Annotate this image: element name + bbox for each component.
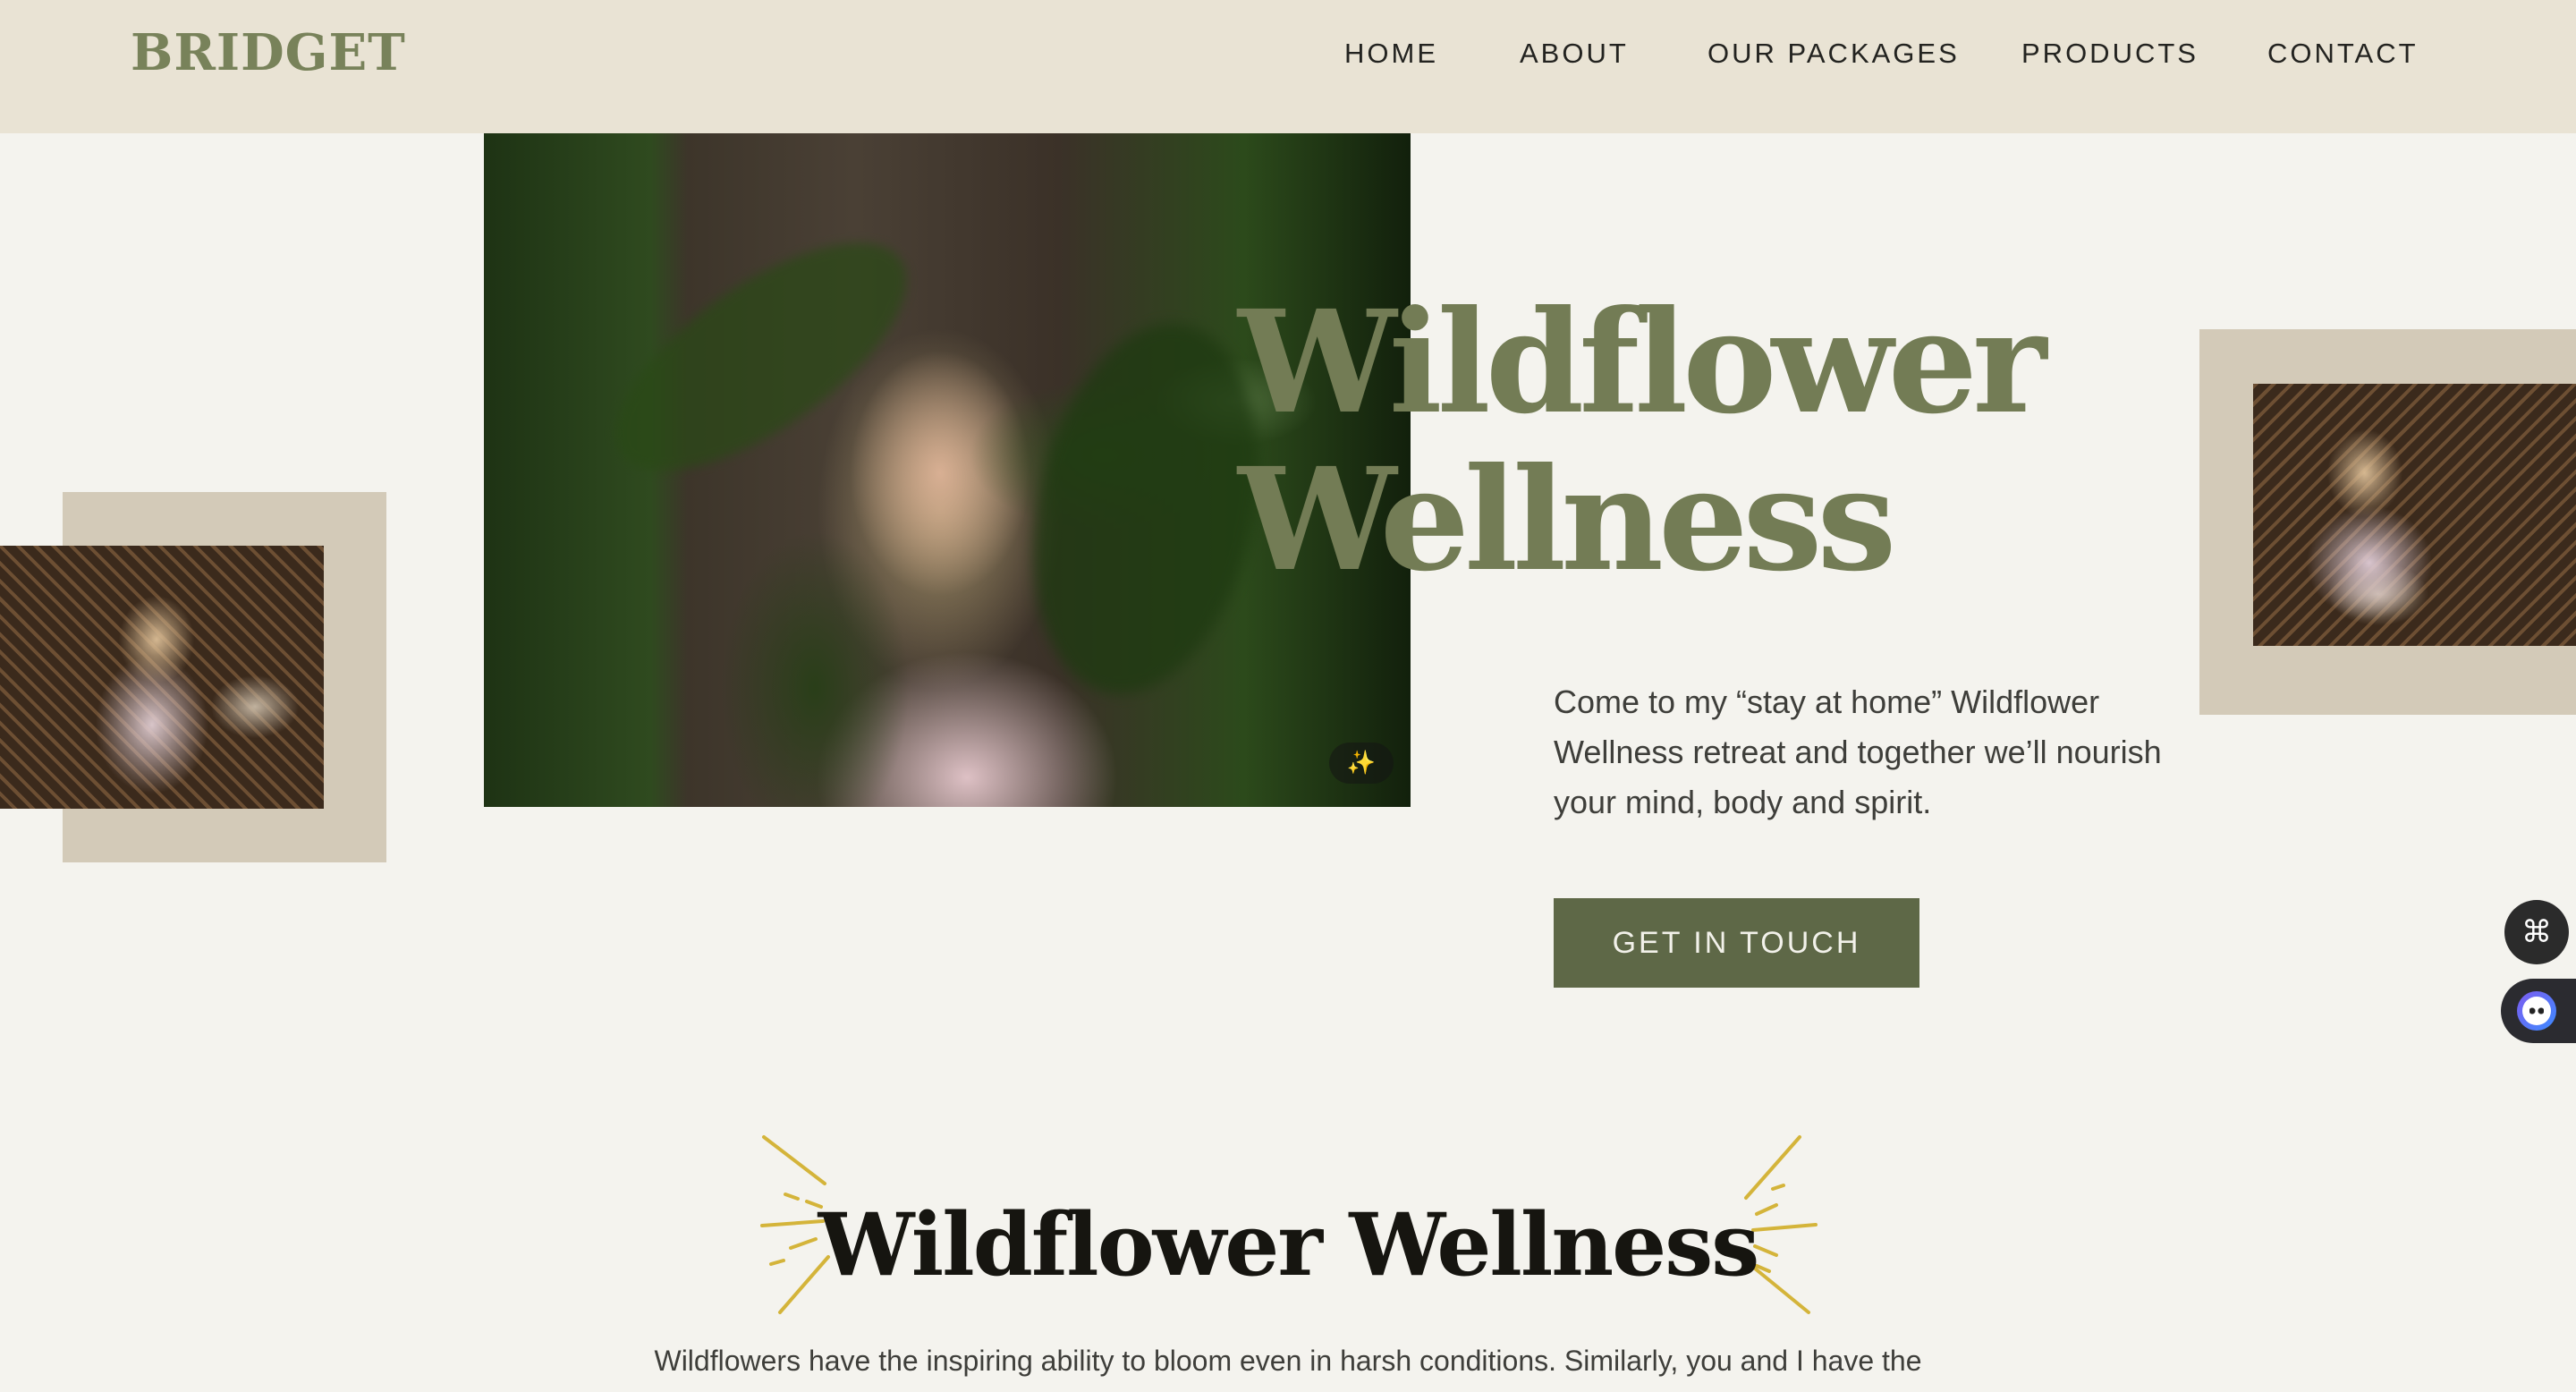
woman-laptop-photo-left bbox=[0, 546, 324, 809]
foreground-leaf bbox=[580, 200, 942, 514]
hero-title: Wildflower Wellness bbox=[1238, 280, 2046, 603]
section-intro-text: Wildflowers have the inspiring ability t… bbox=[654, 1345, 1922, 1377]
nav-contact[interactable]: CONTACT bbox=[2267, 38, 2419, 70]
woman-laptop-photo-right bbox=[2253, 384, 2576, 646]
magic-wand-icon[interactable]: ✨ bbox=[1329, 743, 1394, 784]
main-nav: HOME ABOUT OUR PACKAGES PRODUCTS CONTACT bbox=[0, 38, 2576, 73]
chat-bot-icon[interactable] bbox=[2501, 979, 2576, 1043]
get-in-touch-button[interactable]: GET IN TOUCH bbox=[1554, 898, 1919, 988]
nav-our-packages[interactable]: OUR PACKAGES bbox=[1707, 38, 1960, 70]
chat-bot-face-icon bbox=[2517, 991, 2556, 1031]
section-title: Wildflower Wellness bbox=[818, 1194, 1760, 1295]
nav-about[interactable]: ABOUT bbox=[1520, 38, 1629, 70]
hero-description: Come to my “stay at home” Wildflower Wel… bbox=[1554, 683, 2162, 820]
command-icon[interactable]: ⌘ bbox=[2504, 900, 2569, 964]
nav-products[interactable]: PRODUCTS bbox=[2021, 38, 2199, 70]
nav-home[interactable]: HOME bbox=[1344, 38, 1438, 70]
site-header: BRIDGET HOME ABOUT OUR PACKAGES PRODUCTS… bbox=[0, 0, 2576, 133]
